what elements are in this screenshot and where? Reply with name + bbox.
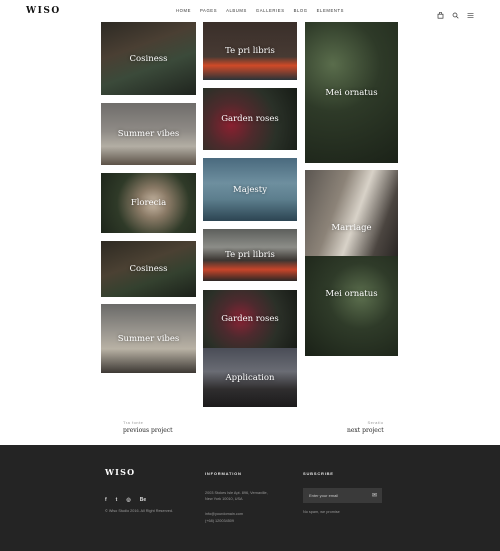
twitter-icon[interactable]: t: [116, 497, 118, 503]
gallery-item-title: Garden roses: [221, 114, 279, 124]
gallery-item-garden-roses[interactable]: Garden roses: [203, 88, 297, 150]
nav-pages[interactable]: PAGES: [200, 8, 217, 13]
footer-logo[interactable]: WISO: [105, 467, 135, 477]
subscribe-note: No spam, we promise: [303, 510, 340, 514]
gallery-item-application[interactable]: Application: [203, 348, 297, 407]
site-header: WISO HOME PAGES ALBUMS GALLERIES BLOG EL…: [0, 0, 500, 22]
copyright-text: © Wiso Studio 2016. All Right Reserved.: [105, 509, 174, 513]
facebook-icon[interactable]: f: [105, 497, 107, 503]
gallery-item-title: Mei ornatus: [325, 289, 378, 299]
gallery-item-title: Cosiness: [129, 53, 168, 64]
gallery-item-title: Florecia: [130, 198, 167, 208]
information-heading: INFORMATION: [205, 471, 242, 476]
gallery-item-title: Te pri libris: [225, 250, 275, 260]
search-icon[interactable]: [452, 6, 459, 19]
gallery-item-title: Application: [225, 372, 275, 383]
next-project-label: next project: [347, 427, 384, 434]
contact-email[interactable]: info@yourdomain.com: [205, 511, 243, 517]
nav-albums[interactable]: ALBUMS: [226, 8, 247, 13]
gallery-item-cosiness-2[interactable]: Cosiness: [101, 241, 196, 297]
instagram-icon[interactable]: ◎: [126, 497, 130, 503]
behance-icon[interactable]: Be: [140, 497, 146, 503]
nav-elements[interactable]: ELEMENTS: [317, 8, 344, 13]
previous-project-link[interactable]: Tra fonte previous project: [123, 420, 173, 434]
social-links: f t ◎ Be: [105, 497, 146, 503]
nav-blog[interactable]: BLOG: [294, 8, 308, 13]
gallery-item-title: Cosiness: [129, 264, 168, 274]
nav-home[interactable]: HOME: [176, 8, 191, 13]
gallery-item-garden-roses-2[interactable]: Garden roses: [203, 290, 297, 348]
next-project-name: Seratio: [367, 420, 384, 425]
gallery-item-summer-vibes[interactable]: Summer vibes: [101, 103, 196, 165]
gallery-item-title: Summer vibes: [117, 129, 180, 139]
gallery-item-title: Te pri libris: [225, 46, 275, 56]
gallery-item-mei-ornatus[interactable]: Mei ornatus: [305, 22, 398, 163]
subscribe-heading: SUBSCRIBE: [303, 471, 334, 476]
subscribe-email-input[interactable]: Enter your email ✉: [303, 488, 382, 503]
contact-phone: (+68) 120034509: [205, 519, 235, 523]
menu-icon[interactable]: [467, 6, 474, 18]
gallery-item-marriage[interactable]: Marriage: [305, 170, 398, 256]
gallery-item-title: Mei ornatus: [325, 87, 378, 98]
site-footer: WISO f t ◎ Be © Wiso Studio 2016. All Ri…: [0, 445, 500, 551]
header-icons: [437, 6, 474, 19]
previous-project-label: previous project: [123, 427, 173, 434]
gallery-item-florecia[interactable]: Florecia: [101, 173, 196, 233]
gallery-item-title: Marriage: [331, 223, 372, 234]
next-project-link[interactable]: Seratio next project: [347, 420, 384, 434]
gallery-item-title: Majesty: [232, 184, 268, 195]
subscribe-placeholder: Enter your email: [309, 493, 339, 498]
gallery-item-title: Garden roses: [221, 314, 279, 324]
gallery-item-te-pri-libris-2[interactable]: Te pri libris: [203, 229, 297, 281]
gallery-item-te-pri-libris[interactable]: Te pri libris: [203, 22, 297, 80]
nav-galleries[interactable]: GALLERIES: [256, 8, 285, 13]
site-logo[interactable]: WISO: [26, 6, 61, 16]
previous-project-name: Tra fonte: [123, 420, 144, 425]
gallery-item-title: Summer vibes: [117, 333, 180, 344]
gallery-item-cosiness[interactable]: Cosiness: [101, 22, 196, 95]
gallery-item-summer-vibes-2[interactable]: Summer vibes: [101, 304, 196, 373]
gallery-item-mei-ornatus-2[interactable]: Mei ornatus: [305, 256, 398, 356]
mail-icon[interactable]: ✉: [372, 492, 377, 499]
gallery-item-majesty[interactable]: Majesty: [203, 158, 297, 221]
cart-icon[interactable]: [437, 6, 444, 19]
address-line-2: New York 10010, USA: [205, 497, 243, 501]
main-nav: HOME PAGES ALBUMS GALLERIES BLOG ELEMENT…: [176, 8, 344, 13]
